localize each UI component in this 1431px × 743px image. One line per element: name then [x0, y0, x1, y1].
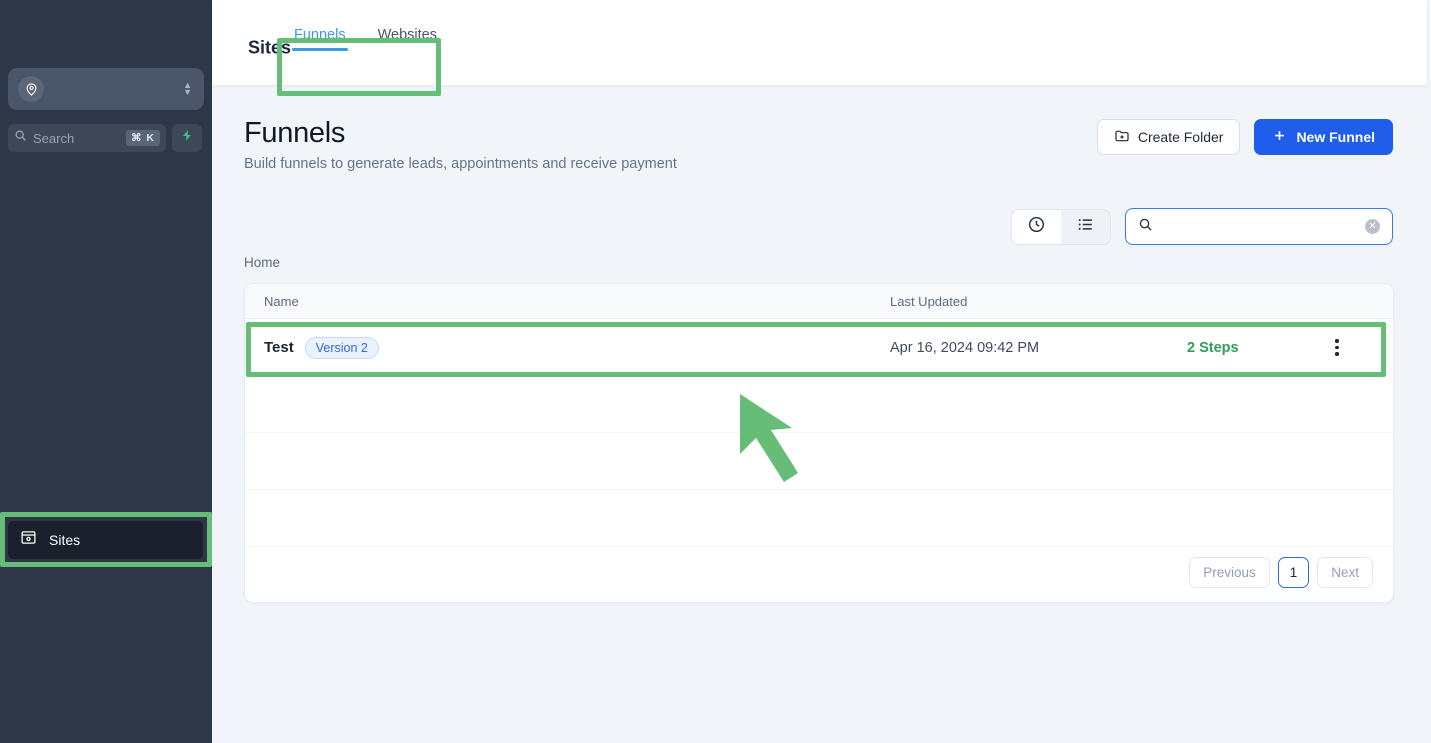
- search-shortcut-badge: ⌘ K: [126, 130, 160, 146]
- table-row-empty: [245, 376, 1393, 433]
- tab-websites[interactable]: Websites: [376, 21, 439, 65]
- new-funnel-button[interactable]: New Funnel: [1254, 119, 1393, 155]
- funnel-search-box[interactable]: ✕: [1125, 208, 1393, 245]
- next-page-button[interactable]: Next: [1317, 557, 1373, 588]
- funnels-table-card: Name Last Updated Test Version 2 Apr 16,…: [244, 283, 1394, 603]
- clock-icon: [1027, 215, 1046, 239]
- column-header-last-updated: Last Updated: [890, 293, 968, 309]
- version-badge: Version 2: [304, 336, 379, 359]
- table-row-empty: [245, 490, 1393, 547]
- plus-icon: [1272, 128, 1287, 146]
- search-icon: [1138, 217, 1153, 237]
- create-folder-button[interactable]: Create Folder: [1096, 119, 1241, 155]
- view-recent-button[interactable]: [1012, 209, 1061, 244]
- tabs-group: Funnels Websites: [292, 0, 439, 85]
- page-subtitle: Build funnels to generate leads, appoint…: [244, 156, 677, 172]
- sidebar-item-sites[interactable]: Sites: [8, 521, 203, 559]
- table-header-row: Name Last Updated: [245, 284, 1393, 319]
- table-row-empty: [245, 433, 1393, 490]
- table-row[interactable]: Test Version 2 Apr 16, 2024 09:42 PM 2 S…: [245, 319, 1393, 376]
- list-toolbar: ✕: [1011, 208, 1393, 245]
- create-folder-label: Create Folder: [1137, 129, 1224, 145]
- topbar-title: Sites: [248, 37, 292, 58]
- sites-icon: [20, 529, 37, 551]
- page-1-button[interactable]: 1: [1277, 557, 1310, 588]
- chevron-updown-icon: ▲ ▼: [183, 80, 192, 97]
- cell-last-updated: Apr 16, 2024 09:42 PM: [890, 339, 1040, 356]
- sidebar-search-row: Search ⌘ K: [8, 124, 202, 152]
- quick-action-button[interactable]: [172, 124, 202, 152]
- view-list-button[interactable]: [1061, 210, 1110, 244]
- main-content: Funnels Build funnels to generate leads,…: [212, 85, 1431, 743]
- cell-steps: 2 Steps: [1187, 339, 1239, 356]
- header-actions: Create Folder New Funnel: [1096, 119, 1393, 155]
- view-toggle-group: [1011, 208, 1111, 245]
- cell-actions: [1307, 339, 1393, 356]
- clear-search-icon[interactable]: ✕: [1365, 219, 1380, 234]
- list-icon: [1076, 215, 1095, 239]
- cell-name: Test Version 2: [245, 336, 890, 359]
- app-root: ▲ ▼ Search ⌘ K Sites Sites Funnels Websi…: [0, 0, 1431, 743]
- sidebar-search-placeholder: Search: [33, 130, 75, 146]
- location-switcher[interactable]: ▲ ▼: [8, 68, 204, 110]
- previous-page-button[interactable]: Previous: [1189, 557, 1270, 588]
- location-pin-icon: [18, 76, 44, 102]
- new-funnel-label: New Funnel: [1296, 129, 1375, 145]
- search-icon: [14, 129, 27, 147]
- pagination: Previous 1 Next: [1189, 557, 1373, 588]
- sidebar: ▲ ▼ Search ⌘ K Sites: [0, 0, 212, 743]
- lightning-bolt-icon: [181, 128, 194, 148]
- folder-plus-icon: [1114, 128, 1130, 147]
- funnel-name: Test: [264, 339, 294, 356]
- sidebar-search-input[interactable]: Search ⌘ K: [8, 124, 166, 152]
- column-header-name: Name: [264, 293, 299, 309]
- tab-funnels[interactable]: Funnels: [292, 21, 348, 65]
- sidebar-item-label: Sites: [49, 532, 81, 548]
- breadcrumb[interactable]: Home: [244, 255, 280, 270]
- kebab-menu-icon[interactable]: [1335, 339, 1339, 356]
- funnel-search-input[interactable]: [1162, 218, 1365, 235]
- page-title: Funnels: [244, 117, 346, 149]
- top-bar: Sites Funnels Websites: [212, 0, 1427, 85]
